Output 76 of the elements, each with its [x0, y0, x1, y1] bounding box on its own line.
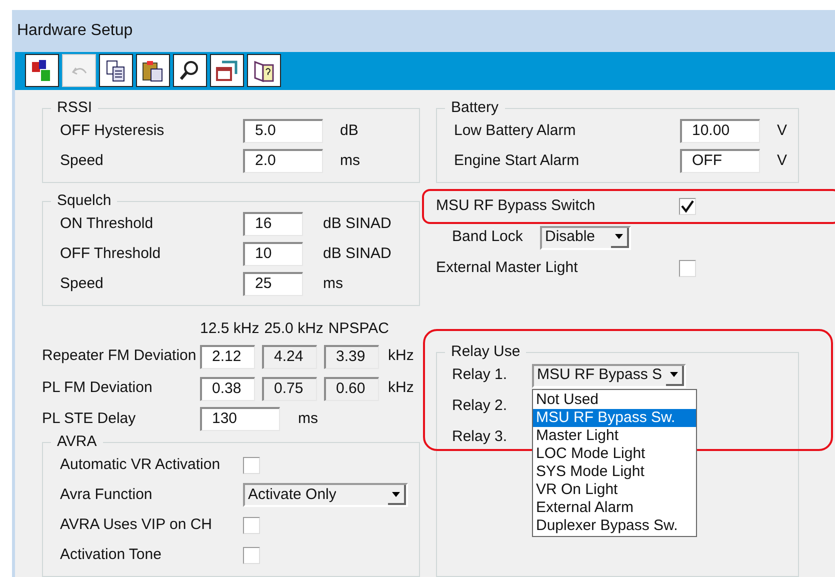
option-label: MSU RF Bypass Switch [436, 196, 596, 216]
dropdown-option[interactable]: VR On Light [533, 481, 696, 499]
checkbox[interactable] [243, 456, 260, 474]
field-label: Speed [60, 150, 104, 171]
unit-label: V [777, 150, 788, 171]
dropdown-option[interactable]: SYS Mode Light [533, 463, 696, 481]
field-label: OFF Hysteresis [60, 120, 166, 141]
unit-label: ms [323, 274, 343, 294]
input-field[interactable]: 25 [243, 272, 303, 296]
column-header: NPSPAC [328, 318, 389, 338]
dropdown-option[interactable]: Duplexer Bypass Sw. [533, 517, 696, 535]
unit-label: kHz [388, 346, 414, 366]
toolbar-button[interactable] [99, 54, 133, 88]
group-title: Relay Use [450, 344, 522, 360]
group-title: RSSI [56, 100, 94, 116]
caret-icon [666, 366, 684, 386]
toolbar-button[interactable] [25, 54, 59, 88]
window-title: Hardware Setup [16, 20, 134, 41]
caret-icon [388, 485, 406, 505]
field-label: ON Threshold [60, 214, 154, 234]
field-label: Speed [60, 274, 104, 294]
input-field[interactable]: 10.00 [680, 119, 760, 143]
toolbar-button[interactable] [173, 54, 207, 88]
toolbar-button[interactable] [136, 54, 170, 88]
option-label: External Master Light [436, 258, 579, 278]
field-label: PL FM Deviation [42, 378, 154, 398]
input-field[interactable]: 5.0 [243, 119, 323, 143]
dropdown[interactable]: Disable [540, 226, 631, 250]
group-title: Squelch [56, 193, 112, 209]
unit-label: V [777, 120, 788, 141]
field-label: Low Battery Alarm [454, 120, 577, 141]
dropdown[interactable]: MSU RF Bypass S [532, 364, 686, 388]
option-label: Band Lock [452, 227, 524, 248]
checkbox[interactable] [679, 260, 696, 277]
field-label: Repeater FM Deviation [42, 346, 198, 366]
input-field[interactable]: 0.38 [200, 376, 255, 400]
column-header: 25.0 kHz [264, 318, 324, 338]
field-label: Relay 2. [452, 396, 508, 416]
input-field[interactable]: 2.0 [243, 149, 323, 173]
column-header: 12.5 kHz [200, 318, 260, 338]
unit-label: dB SINAD [323, 244, 392, 264]
field-label: Engine Start Alarm [454, 150, 580, 171]
unit-label: dB [340, 120, 358, 141]
dropdown-option[interactable]: Not Used [533, 391, 696, 409]
dropdown-option[interactable]: Master Light [533, 427, 696, 445]
input-field[interactable]: 10 [243, 242, 303, 266]
unit-label: ms [340, 150, 360, 171]
unit-label: ms [298, 408, 318, 429]
check-icon [681, 200, 694, 213]
group-title: AVRA [56, 434, 98, 450]
field-label: PL STE Delay [42, 408, 137, 429]
field-label: Relay 1. [452, 365, 508, 386]
input-field[interactable]: 130 [200, 407, 280, 431]
dropdown-option[interactable]: MSU RF Bypass Sw. [533, 409, 696, 427]
field-label: Activation Tone [60, 544, 162, 565]
undo-icon [72, 65, 86, 76]
field-label: Automatic VR Activation [60, 454, 222, 475]
field-label: AVRA Uses VIP on CH [60, 514, 214, 535]
dropdown-option[interactable]: LOC Mode Light [533, 445, 696, 463]
checkbox[interactable] [679, 198, 696, 215]
toolbar-button[interactable] [210, 54, 244, 88]
dropdown[interactable]: Activate Only [243, 483, 408, 507]
checkbox[interactable] [243, 546, 260, 564]
group-title: Battery [450, 100, 500, 116]
field-label: Avra Function [60, 484, 154, 505]
input-field[interactable]: OFF [680, 149, 760, 173]
checkbox[interactable] [243, 516, 260, 534]
caret-icon [611, 228, 629, 248]
input-field[interactable]: 2.12 [200, 344, 255, 368]
field-label: Relay 3. [452, 427, 508, 448]
unit-label: kHz [388, 378, 414, 398]
dropdown-option[interactable]: External Alarm [533, 499, 696, 517]
unit-label: dB SINAD [323, 214, 392, 234]
input-field[interactable]: 16 [243, 212, 303, 236]
field-label: OFF Threshold [60, 244, 162, 264]
toolbar-button[interactable] [247, 54, 281, 88]
